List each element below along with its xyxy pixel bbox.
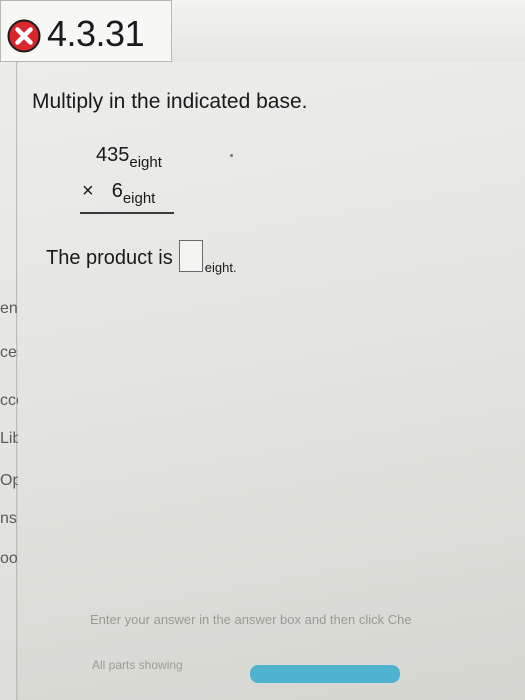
nav-item-ns[interactable]: ns (0, 510, 17, 528)
multiplier-base: eight (122, 190, 156, 207)
multiplier-digits: 6 (111, 180, 123, 202)
problem-header: 4.3.31 (0, 0, 172, 62)
question-panel: Multiply in the indicated base. 435eight… (18, 62, 525, 700)
times-sign: × (82, 180, 94, 202)
answer-input-box[interactable] (178, 240, 203, 272)
hint-text: Enter your answer in the answer box and … (90, 612, 412, 627)
incorrect-x-icon (7, 19, 41, 53)
parts-showing-label: All parts showing (92, 658, 183, 672)
multiplicand-digits: 435 (96, 144, 130, 166)
instruction-text: Multiply in the indicated base. (32, 90, 308, 113)
multiplicand-base: eight (129, 154, 162, 171)
multiplication-rule (80, 212, 174, 214)
product-prefix: The product is (46, 247, 173, 269)
progress-bar (250, 665, 400, 683)
multiplicand: 435eight (96, 144, 162, 171)
product-base: eight. (204, 260, 237, 275)
stray-dot (230, 154, 233, 157)
progress-fill (250, 665, 400, 683)
product-line: The product is eight. (46, 240, 237, 275)
side-navigation: ents cess ccess Librar Options ns ools (0, 62, 55, 700)
multiplier: × 6eight (82, 180, 155, 207)
problem-id: 4.3.31 (47, 13, 145, 54)
